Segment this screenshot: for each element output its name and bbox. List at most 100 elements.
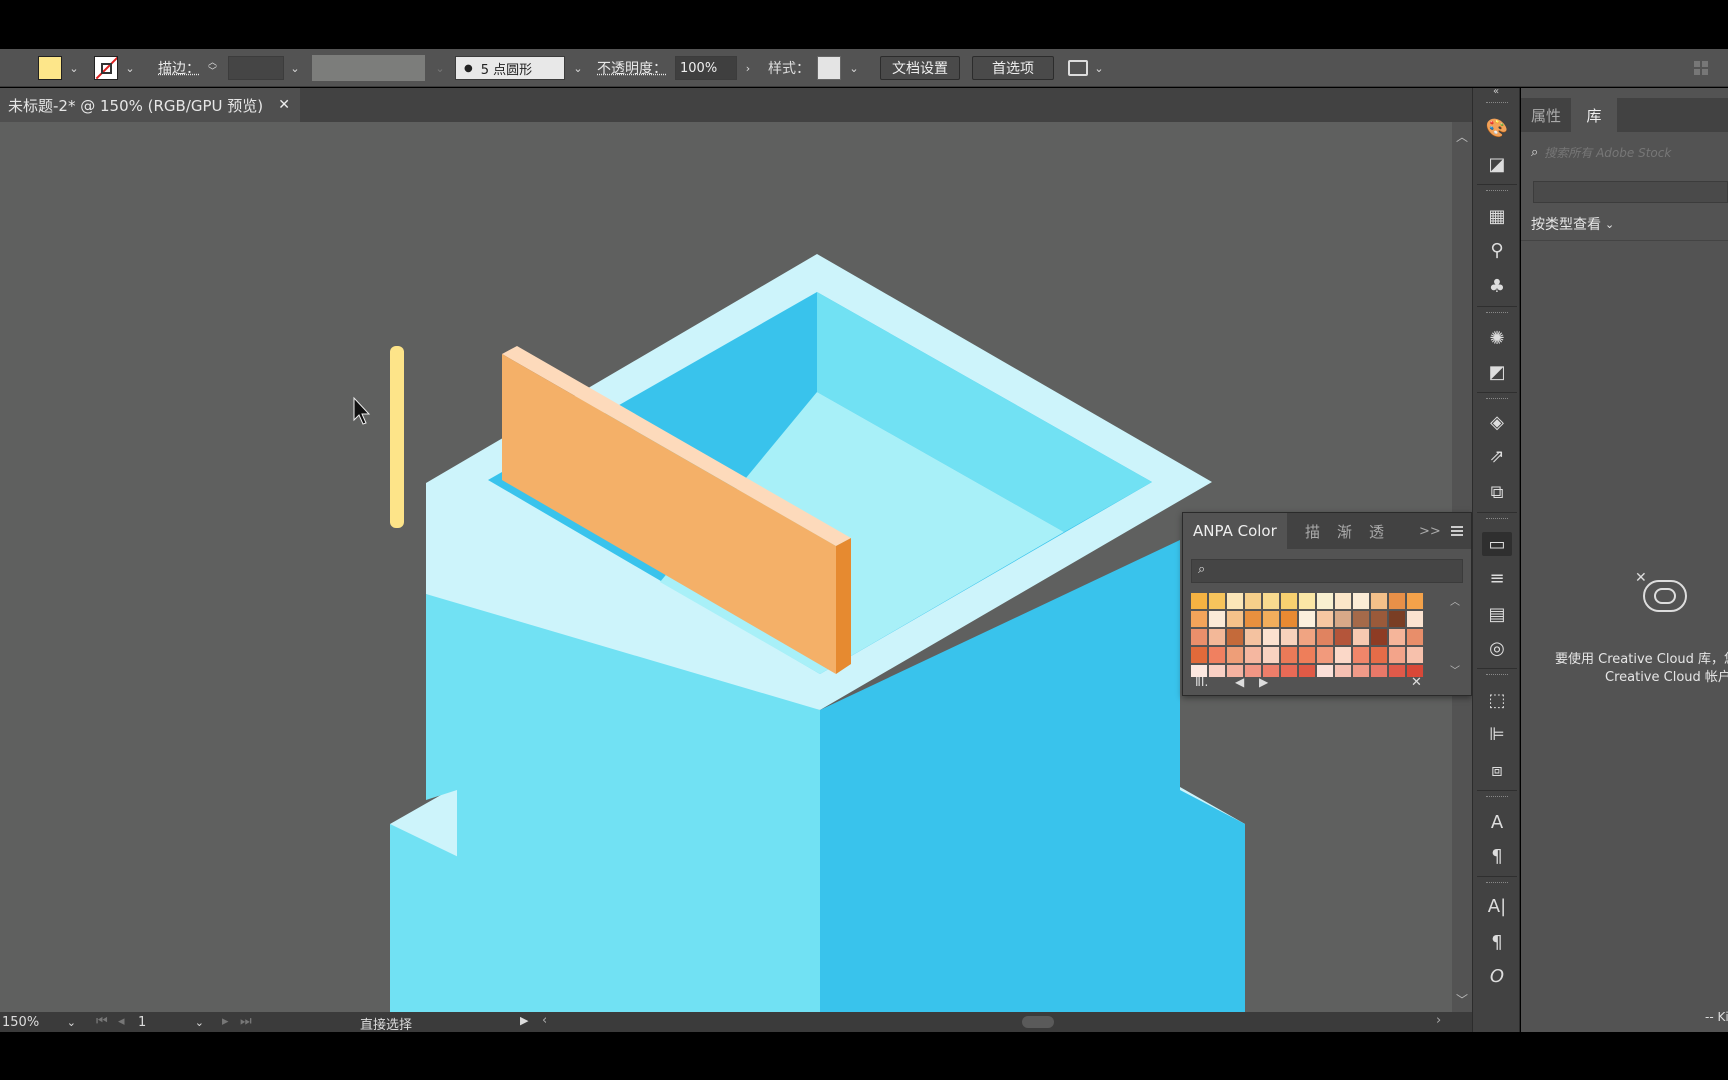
yellow-bar[interactable] [390,346,404,528]
last-artboard-icon[interactable]: ⏭ [240,1014,252,1029]
panel-menu-icon[interactable] [1451,526,1463,536]
color-swatch[interactable] [1191,647,1208,664]
swatches-active-icon[interactable]: ▭ [1482,532,1512,556]
tab-properties[interactable]: 属性 [1521,98,1571,132]
color-swatch[interactable] [1389,611,1406,628]
graphic-styles-icon[interactable]: ◩ [1485,360,1509,384]
stepper-down-icon[interactable]: ﹀ [208,68,217,77]
color-swatch[interactable] [1353,629,1370,646]
color-swatch[interactable] [1299,629,1316,646]
opentype-icon[interactable]: O [1485,964,1509,988]
artboards-icon[interactable]: ⧉ [1485,480,1509,504]
hscroll-left-icon[interactable]: ‹ [542,1013,547,1028]
chevron-down-icon[interactable]: ⌄ [571,61,585,75]
color-guide-icon[interactable]: 🎨 [1485,116,1509,140]
color-swatch[interactable] [1227,611,1244,628]
document-tab[interactable]: 未标题-2* @ 150% (RGB/GPU 预览) ✕ [0,88,300,122]
chevron-down-icon[interactable]: ⌄ [847,61,861,75]
libraries-icon[interactable]: ▦ [1485,204,1509,228]
opacity-label[interactable]: 不透明度： [597,58,667,78]
plank-side[interactable] [836,538,851,674]
arrange-icon[interactable] [1068,60,1088,76]
color-swatch[interactable] [1299,647,1316,664]
scroll-up-icon[interactable]: ︿ [1456,128,1468,145]
stroke-weight-input[interactable] [228,56,284,80]
chevron-down-icon[interactable]: ⌄ [433,61,447,75]
arrange-documents-group[interactable]: ⌄ [1068,49,1106,87]
stroke-swatch-group[interactable]: ⌄ [94,49,137,87]
chevron-down-icon[interactable]: ⌄ [1092,61,1106,75]
color-swatch[interactable] [1299,611,1316,628]
color-swatch[interactable] [1191,611,1208,628]
panel-grid-icon[interactable] [1694,61,1708,75]
color-swatch[interactable] [1227,647,1244,664]
gradient-icon[interactable]: ▤ [1485,602,1509,626]
chevron-right-icon[interactable]: › [741,61,755,75]
gradient-swatch-icon[interactable]: ◪ [1485,152,1509,176]
color-swatch[interactable] [1227,629,1244,646]
color-swatch[interactable] [1191,593,1208,610]
color-swatch[interactable] [1371,593,1388,610]
character-icon[interactable]: A| [1485,894,1509,918]
export-icon[interactable]: ⇗ [1485,444,1509,468]
color-swatch[interactable] [1353,611,1370,628]
transparency-icon[interactable]: ◎ [1485,636,1509,660]
chevron-down-icon[interactable]: ⌄ [195,1016,204,1029]
color-swatch[interactable] [1263,611,1280,628]
symbols-icon[interactable]: ♣ [1485,274,1509,298]
color-swatch[interactable] [1245,647,1262,664]
fill-swatch[interactable] [38,56,62,80]
swatch-scrollbar[interactable]: ︿ ﹀ [1447,593,1463,677]
library-select[interactable] [1533,181,1728,203]
tab-transparency[interactable]: 透 [1369,513,1384,549]
document-setup-button[interactable]: 文档设置 [880,56,960,80]
color-swatch[interactable] [1263,647,1280,664]
stock-search-field[interactable]: ⌕ 搜索所有 Adobe Stock [1531,140,1728,164]
stroke-label[interactable]: 描边： [158,58,200,78]
color-swatch[interactable] [1191,629,1208,646]
color-swatch[interactable] [1299,593,1316,610]
color-swatch[interactable] [1227,593,1244,610]
variable-width-profile[interactable] [312,55,425,81]
upper-box-left-ledge[interactable] [426,594,457,800]
color-swatch[interactable] [1407,629,1424,646]
collapse-dock-icon[interactable]: « [1493,86,1499,97]
tab-stroke[interactable]: 描 [1305,513,1320,549]
appearance-icon[interactable]: ✺ [1485,326,1509,350]
close-icon[interactable]: ✕ [278,97,290,113]
color-swatch[interactable] [1389,629,1406,646]
stroke-weight-stepper[interactable]: ︿ ﹀ [208,49,217,87]
transform-icon[interactable]: ⬚ [1485,688,1509,712]
panel-overflow-icon[interactable]: >> [1419,513,1441,549]
tab-libraries[interactable]: 库 [1571,98,1617,132]
color-swatch[interactable] [1209,629,1226,646]
brushes-icon[interactable]: ⚲ [1485,238,1509,262]
align-icon[interactable]: ⊫ [1485,722,1509,746]
upper-box-right-ledge[interactable] [1180,790,1245,1012]
color-swatch[interactable] [1245,611,1262,628]
color-swatch[interactable] [1335,611,1352,628]
zoom-field[interactable]: 150% ⌄ [2,1014,82,1030]
chevron-down-icon[interactable]: ⌄ [123,61,137,75]
view-by-type-dropdown[interactable]: 按类型查看 ⌄ [1531,214,1614,234]
artboard-field[interactable]: 1 ⌄ [138,1014,208,1030]
color-swatch[interactable] [1245,593,1262,610]
status-menu-icon[interactable]: ▶ [520,1014,528,1027]
horizontal-scroll-thumb[interactable] [1022,1016,1054,1028]
color-swatch[interactable] [1263,629,1280,646]
prev-artboard-icon[interactable]: ◂ [118,1014,125,1029]
opacity-input[interactable]: 100% [675,56,737,80]
color-swatch[interactable] [1407,647,1424,664]
color-swatch[interactable] [1335,647,1352,664]
hscroll-right-icon[interactable]: › [1436,1013,1441,1028]
color-swatch[interactable] [1263,593,1280,610]
graphic-style-swatch[interactable] [817,56,841,80]
brush-definition[interactable]: ● 5 点圆形 [455,56,565,80]
color-swatch[interactable] [1281,593,1298,610]
color-swatch[interactable] [1317,647,1334,664]
color-swatch[interactable] [1407,611,1424,628]
scroll-down-icon[interactable]: ﹀ [1456,991,1468,1008]
stroke-icon[interactable]: ≡ [1485,566,1509,590]
color-swatch[interactable] [1317,593,1334,610]
prev-library-icon[interactable]: ◀ [1235,675,1244,689]
